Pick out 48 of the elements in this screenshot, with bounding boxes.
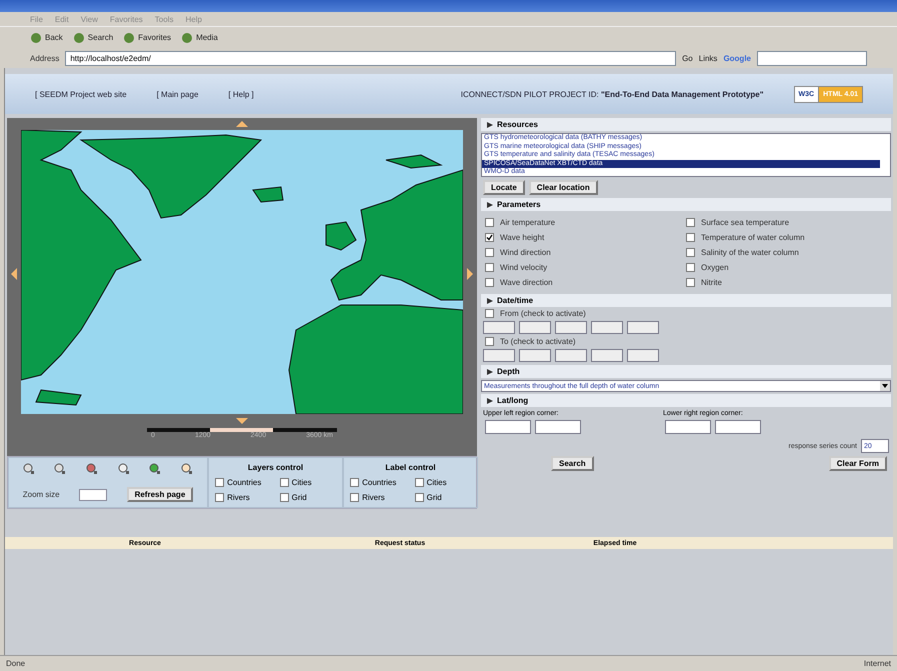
toolbar-button[interactable]: Search [72,32,114,44]
parameter-label: Salinity of the water column [701,248,799,257]
checkbox-label: Rivers [362,493,385,502]
parameter-label: Air temperature [500,218,556,227]
header-link[interactable]: [ Main page [156,90,198,98]
section-title-text: Lat/long [497,396,528,405]
refresh-page-button[interactable]: Refresh page [126,487,194,502]
section-title-text: Parameters [497,200,541,209]
zone-text: Internet [864,659,891,668]
links-button[interactable]: Links [698,54,718,62]
action-button[interactable]: Clear Form [828,456,887,471]
go-button[interactable]: Go [682,54,693,62]
group-title: Layers control [246,463,304,472]
checkbox-label: Rivers [227,493,250,502]
checkbox-label: Grid [426,493,442,502]
section-title-text: Depth [497,367,520,376]
parameter-label: Oxygen [701,263,729,272]
status-text: Done [6,659,26,668]
parameter-label: Surface sea temperature [701,218,790,227]
zoom-size-label: Zoom size [22,490,60,499]
address-label: Address [30,54,60,62]
date-range-label: From (check to activate) [500,309,586,318]
section-title-text: Resources [497,120,538,129]
parameter-label: Temperature of water column [701,233,805,242]
toolbar-button[interactable]: Back [30,32,63,44]
header-link[interactable]: [ Help ] [228,90,254,98]
parameter-label: Wind direction [500,248,551,257]
toolbar-button[interactable]: Media [181,32,218,44]
project-title: ICONNECT/SDN PILOT PROJECT ID: "End-To-End Data Management Prototype" [460,90,764,98]
date-range-label: To (check to activate) [500,337,576,346]
checkbox-label: Grid [292,493,307,502]
google-label: Google [723,54,751,62]
resource-button[interactable]: Locate [483,180,525,195]
checkbox-label: Cities [292,478,312,487]
checkbox-label: Countries [227,478,262,487]
toolbar-button[interactable]: Favorites [123,32,172,44]
parameter-label: Wave direction [500,278,553,287]
action-button[interactable]: Search [551,456,594,471]
parameter-label: Wave height [500,233,544,242]
section-title-text: Date/time [497,296,534,305]
resource-button[interactable]: Clear location [528,180,598,195]
parameter-label: Nitrite [701,278,722,287]
checkbox-label: Cities [426,478,447,487]
address-field[interactable]: http://localhost/e2edm/ [65,50,676,66]
parameter-label: Wind velocity [500,263,548,272]
header-link[interactable]: [ SEEDM Project web site [35,90,127,98]
checkbox-label: Countries [362,478,396,487]
group-title: Label control [384,463,437,472]
